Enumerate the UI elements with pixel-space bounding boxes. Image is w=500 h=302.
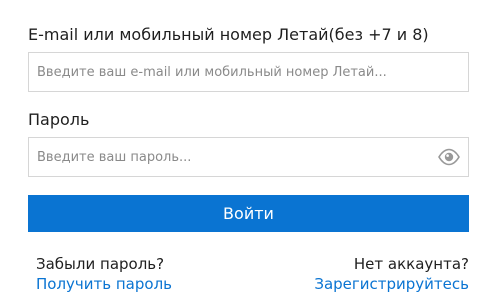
register-link[interactable]: Зарегистрируйтесь: [314, 274, 469, 294]
password-label: Пароль: [28, 110, 90, 129]
forgot-password-block: Забыли пароль? Получить пароль: [36, 254, 172, 294]
no-account-text: Нет аккаунта?: [353, 255, 469, 273]
email-field-box: [28, 52, 469, 92]
eye-icon[interactable]: [438, 148, 460, 166]
password-field-box: [28, 137, 469, 177]
forgot-password-text: Забыли пароль?: [36, 255, 165, 273]
password-field[interactable]: [29, 138, 468, 176]
email-label: E-mail или мобильный номер Летай(без +7 …: [28, 25, 429, 44]
login-form: E-mail или мобильный номер Летай(без +7 …: [28, 0, 469, 302]
register-block: Нет аккаунта? Зарегистрируйтесь: [314, 254, 469, 294]
login-button[interactable]: Войти: [28, 195, 469, 232]
get-password-link[interactable]: Получить пароль: [36, 274, 172, 294]
email-field[interactable]: [29, 53, 468, 91]
